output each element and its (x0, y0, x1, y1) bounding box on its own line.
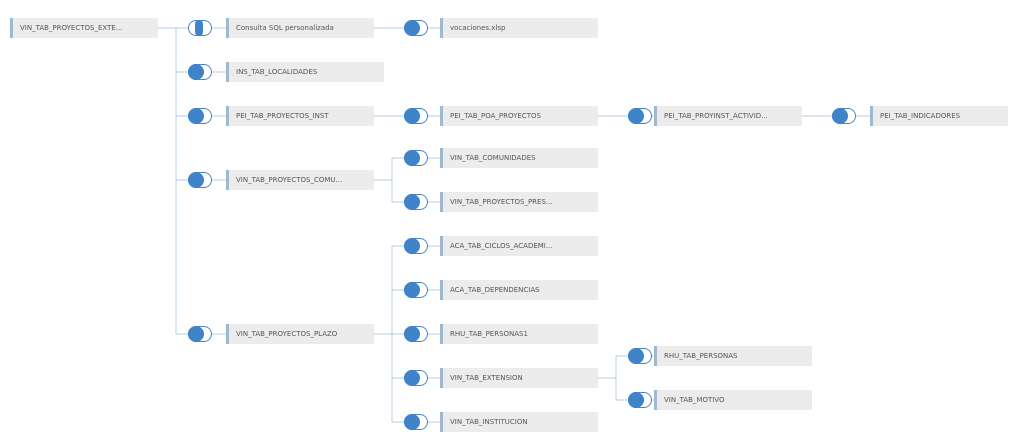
join-fill (403, 281, 420, 298)
join-fill (831, 107, 848, 124)
join-fill (403, 19, 420, 36)
left-join-icon[interactable] (403, 193, 428, 210)
table-node-pei-poa[interactable]: PEI_TAB_POA_PROYECTOS (440, 106, 598, 126)
table-node-vin-motivo[interactable]: VIN_TAB_MOTIVO (654, 390, 812, 410)
table-node-pei-proyectos[interactable]: PEI_TAB_PROYECTOS_INST (226, 106, 374, 126)
left-join-icon[interactable] (403, 19, 428, 36)
join-fill (403, 193, 420, 210)
left-join-icon[interactable] (627, 347, 652, 364)
table-node-vin-extension[interactable]: VIN_TAB_EXTENSION (440, 368, 598, 388)
left-join-icon[interactable] (627, 391, 652, 408)
table-node-aca-dependencias[interactable]: ACA_TAB_DEPENDENCIAS (440, 280, 598, 300)
join-fill (187, 107, 204, 124)
union-icon[interactable] (188, 19, 212, 36)
table-node-pei-proyinst[interactable]: PEI_TAB_PROYINST_ACTIVID... (654, 106, 802, 126)
left-join-icon[interactable] (403, 237, 428, 254)
inner-join-icon[interactable] (627, 107, 652, 124)
join-fill (195, 19, 203, 36)
left-join-icon[interactable] (187, 171, 212, 188)
table-node-vin-plazo[interactable]: VIN_TAB_PROYECTOS_PLAZO (226, 324, 374, 344)
inner-join-icon[interactable] (403, 107, 428, 124)
table-node-vin-comu[interactable]: VIN_TAB_PROYECTOS_COMU... (226, 170, 374, 190)
left-join-icon[interactable] (187, 325, 212, 342)
join-fill (627, 347, 644, 364)
table-node-localidades[interactable]: INS_TAB_LOCALIDADES (226, 62, 384, 82)
relationship-canvas: VIN_TAB_PROYECTOS_EXTE... Consulta SQL pe… (0, 0, 1014, 432)
join-fill (187, 325, 204, 342)
left-join-icon[interactable] (831, 107, 856, 124)
join-fill (403, 237, 420, 254)
join-fill (627, 107, 644, 124)
left-join-icon[interactable] (187, 107, 212, 124)
join-fill (627, 391, 644, 408)
left-join-icon[interactable] (187, 63, 212, 80)
table-node-rhu-personas[interactable]: RHU_TAB_PERSONAS (654, 346, 812, 366)
table-node-sql[interactable]: Consulta SQL personalizada (226, 18, 374, 38)
join-fill (403, 413, 420, 430)
left-join-icon[interactable] (403, 281, 428, 298)
join-fill (187, 63, 204, 80)
left-join-icon[interactable] (403, 325, 428, 342)
table-node-rhu-personas1[interactable]: RHU_TAB_PERSONAS1 (440, 324, 598, 344)
table-node-vocaciones[interactable]: vocaciones.xlsp (440, 18, 598, 38)
table-node-vin-comunidades[interactable]: VIN_TAB_COMUNIDADES (440, 148, 598, 168)
relationship-lines (158, 27, 870, 423)
left-join-icon[interactable] (403, 149, 428, 166)
join-fill (403, 149, 420, 166)
table-node-vin-institucion[interactable]: VIN_TAB_INSTITUCION (440, 412, 598, 432)
join-fill (403, 325, 420, 342)
join-fill (403, 107, 420, 124)
left-join-icon[interactable] (403, 413, 428, 430)
table-node-aca-ciclos[interactable]: ACA_TAB_CICLOS_ACADEMI... (440, 236, 598, 256)
table-node-root[interactable]: VIN_TAB_PROYECTOS_EXTE... (10, 18, 158, 38)
table-node-pei-indicadores[interactable]: PEI_TAB_INDICADORES (870, 106, 1008, 126)
join-fill (403, 369, 420, 386)
join-fill (187, 171, 204, 188)
left-join-icon[interactable] (403, 369, 428, 386)
table-node-vin-proy-pres[interactable]: VIN_TAB_PROYECTOS_PRES... (440, 192, 598, 212)
